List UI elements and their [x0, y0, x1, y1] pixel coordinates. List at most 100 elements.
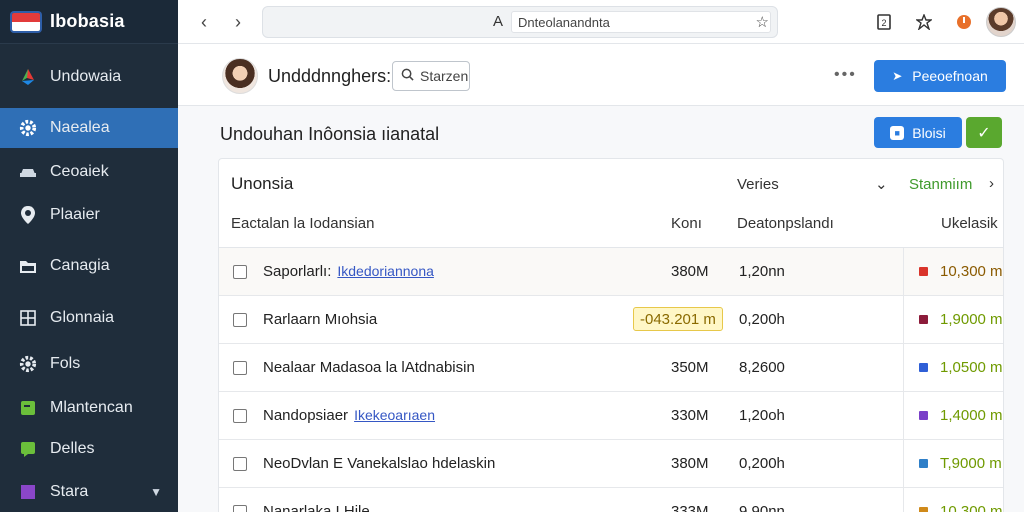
primary-action-button[interactable]: ➤ Peeoefnoan — [874, 60, 1006, 92]
table-row[interactable]: Nandopsiaer Ikekeoarıaen 330M 1,20oh 1,4000 … — [219, 392, 1003, 440]
table-row[interactable]: Nanarlaka I Hile 333M 9,90nn 10,300 m — [219, 488, 1003, 512]
purple-square-icon — [18, 482, 38, 502]
sidebar-item-undowaia[interactable]: Undowaia — [0, 57, 178, 97]
column-header-value[interactable]: Ukelasik — [941, 215, 998, 232]
sidebar-item-label: Canagia — [50, 257, 110, 274]
row-value: 1,4000 m — [940, 407, 1003, 424]
row-time: 1,20nn — [739, 263, 785, 280]
row-konı: 380M — [671, 263, 709, 280]
data-card: Unonsia Veries ⌄ Stanmiım › Eactalan la … — [218, 158, 1004, 512]
arrow-icon: ➤ — [892, 69, 903, 83]
sidebar-item-label: Plaaier — [50, 206, 100, 223]
row-name: Rarlaarn Mıohsia — [263, 311, 377, 328]
row-time: 8,2600 — [739, 359, 785, 376]
folder-icon — [18, 256, 38, 276]
user-avatar[interactable] — [222, 58, 258, 94]
row-name: Nanarlaka I Hile — [263, 503, 370, 512]
row-konı: 350M — [671, 359, 709, 376]
table-row[interactable]: Nealaar Madasoa la lAtdnabisin 350M 8,2600… — [219, 344, 1003, 392]
row-konı: 330M — [671, 407, 709, 424]
sidebar-item-glonnaia[interactable]: Glonnaia — [0, 298, 178, 338]
alert-icon[interactable] — [952, 10, 976, 34]
extension-icon[interactable] — [912, 10, 936, 34]
url-input[interactable]: Dnteolanandnta — [511, 11, 771, 33]
more-options-icon[interactable]: ••• — [834, 66, 857, 84]
row-checkbox[interactable] — [233, 457, 247, 471]
forward-arrow-icon[interactable]: › — [226, 10, 250, 34]
highlight-badge: -043.201 m — [633, 307, 723, 331]
sidebar-item-naealea[interactable]: Naealea — [0, 108, 178, 148]
row-name-text: Rarlaarn Mıohsia — [263, 311, 378, 328]
row-time: 0,200h — [739, 455, 785, 472]
sidebar-item-plaaier[interactable]: Plaaier — [0, 195, 178, 235]
row-name: Nealaar Madasoa la lAtdnabisin — [263, 359, 475, 376]
filter-select[interactable]: Veries — [737, 176, 779, 193]
green-square-icon — [18, 398, 38, 418]
status-button-label: Bloisi — [912, 124, 946, 141]
sidebar-item-label: Naealea — [50, 119, 110, 136]
grid-icon — [18, 308, 38, 328]
sidebar-item-label: Stara — [50, 483, 89, 500]
search-button[interactable]: Starzen — [392, 61, 470, 91]
gear-icon — [18, 354, 38, 374]
map-pin-icon — [18, 205, 38, 225]
status-square-icon — [919, 267, 928, 276]
sidebar-item-stara[interactable]: Stara ▼ — [0, 472, 178, 512]
row-checkbox[interactable] — [233, 409, 247, 423]
tab-switch-icon[interactable]: 2 — [872, 10, 896, 34]
column-header-konı[interactable]: Konı — [671, 215, 702, 232]
row-tag-link[interactable]: Ikekeoarıaen — [354, 407, 435, 423]
chevron-down-icon[interactable]: ⌄ — [875, 175, 888, 193]
svg-text:2: 2 — [881, 18, 886, 28]
row-value: 1,0500 m — [940, 359, 1003, 376]
table-row[interactable]: Rarlaarn Mıohsia -043.201 m 0,200h 1,9000 m — [219, 296, 1003, 344]
font-size-icon[interactable]: A — [493, 13, 503, 30]
chevron-right-icon[interactable]: › — [989, 175, 994, 192]
confirm-button[interactable]: ✓ — [966, 117, 1002, 148]
table-row[interactable]: Saporlarlı: Ikdedoriannona 380M 1,20nn 10,30… — [219, 248, 1003, 296]
row-time: 0,200h — [739, 311, 785, 328]
row-checkbox[interactable] — [233, 313, 247, 327]
sidebar-item-delles[interactable]: Delles — [0, 429, 178, 469]
table-row[interactable]: NeoDvlan E Vanekalslao hdelaskin 380M 0,20… — [219, 440, 1003, 488]
column-header-time[interactable]: Deatonpslandı — [737, 215, 834, 232]
row-name: NeoDvlan E Vanekalslao hdelaskin — [263, 455, 495, 472]
row-value: 10,300 m — [940, 263, 1003, 280]
row-checkbox[interactable] — [233, 505, 247, 512]
sidebar-item-mlantencan[interactable]: Mlantencan — [0, 388, 178, 428]
card-link[interactable]: Stanmiım — [909, 176, 972, 193]
page-title: Undouhan Inôonsia ıianatal — [220, 124, 440, 144]
row-time: 9,90nn — [739, 503, 785, 512]
sidebar-brand[interactable]: Ibobasia — [0, 0, 178, 44]
sidebar-item-canagia[interactable]: Canagia — [0, 246, 178, 286]
status-square-icon — [919, 363, 928, 372]
status-button[interactable]: ■ Bloisi — [874, 117, 962, 148]
row-value: 1,9000 m — [940, 311, 1003, 328]
back-arrow-icon[interactable]: ‹ — [192, 10, 216, 34]
row-value: 10,300 m — [940, 503, 1003, 512]
star-icon[interactable]: ☆ — [756, 13, 769, 31]
sidebar-item-label: Fols — [50, 355, 81, 372]
row-name: Nandopsiaer Ikekeoarıaen — [263, 407, 435, 424]
row-time: 1,20oh — [739, 407, 785, 424]
card-title: Unonsia — [231, 174, 294, 193]
profile-avatar[interactable] — [986, 7, 1016, 37]
status-square-icon — [919, 315, 928, 324]
sidebar-item-label: Undowaia — [50, 68, 122, 85]
check-icon: ✓ — [977, 124, 991, 142]
row-name-text: Nandopsiaer — [263, 407, 349, 424]
sidebar-item-ceoaiek[interactable]: Ceoaiek — [0, 152, 178, 192]
row-name-text: Nealaar Madasoa la lAtdnabisin — [263, 359, 475, 376]
row-konı: 333M — [671, 503, 709, 512]
chevron-down-icon[interactable]: ▼ — [150, 485, 162, 499]
status-square-icon — [919, 411, 928, 420]
column-header-name[interactable]: Eactalan la Iodansian — [231, 215, 374, 232]
row-checkbox[interactable] — [233, 265, 247, 279]
status-square-icon — [919, 459, 928, 468]
page-header: Undddnnghers: Starzen ••• ➤ Peeoefnoan — [178, 44, 1024, 106]
address-bar[interactable]: A Dnteolanandnta ☆ — [262, 6, 778, 38]
leaf-logo-icon — [18, 67, 38, 87]
row-checkbox[interactable] — [233, 361, 247, 375]
row-tag-link[interactable]: Ikdedoriannona — [337, 263, 434, 279]
sidebar-item-fols[interactable]: Fols — [0, 344, 178, 384]
